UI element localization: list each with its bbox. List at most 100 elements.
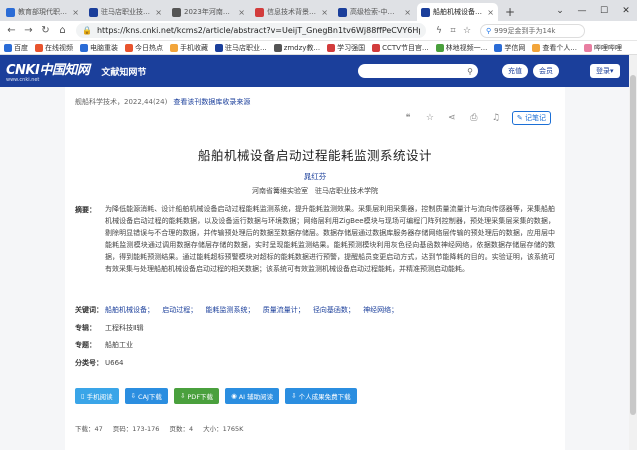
bell-icon[interactable]: ♫ bbox=[490, 112, 502, 124]
ai-reading-button[interactable]: ◉ AI 辅助阅读 bbox=[225, 388, 280, 404]
close-icon[interactable]: × bbox=[321, 8, 328, 17]
source-db-link[interactable]: 查看该刊数据库收录来源 bbox=[173, 97, 250, 107]
author-link[interactable]: 晁红芬 bbox=[65, 171, 565, 182]
translate-icon[interactable]: ⌗ bbox=[446, 24, 460, 38]
print-icon[interactable]: ⎙ bbox=[468, 112, 480, 124]
tab-strip: 教育部現代职业...× 驻马店职业技术学× 2023年河南省驰...× 信息技术… bbox=[0, 0, 637, 21]
close-icon[interactable]: × bbox=[155, 8, 162, 17]
address-bar[interactable]: 🔒 https://kns.cnki.net/kcms2/article/abs… bbox=[76, 23, 426, 38]
recharge-button[interactable]: 充值 bbox=[502, 64, 528, 78]
toolbar-icons: ϟ ⌗ ☆ bbox=[432, 24, 474, 38]
chevron-down-icon[interactable]: ⌄ bbox=[549, 0, 571, 21]
new-tab-button[interactable]: + bbox=[502, 3, 518, 21]
tab-4[interactable]: 高级检索-中国知网× bbox=[334, 3, 415, 21]
bookmark-item[interactable]: 学习强国 bbox=[327, 43, 365, 53]
reload-icon[interactable]: ↻ bbox=[38, 23, 53, 38]
tab-favicon-icon bbox=[172, 7, 181, 17]
page-content: 舰船科学技术，2022,44(24) 查看该刊数据库收录来源 ❝ ☆ ⋖ ⎙ ♫… bbox=[0, 87, 629, 450]
bookmark-item[interactable]: 林地视频一... bbox=[435, 43, 487, 53]
mobile-read-button[interactable]: ▯ 手机阅读 bbox=[75, 388, 119, 404]
member-button[interactable]: 会员 bbox=[533, 64, 559, 78]
personal-download-button[interactable]: ⇩ 个人成果免费下载 bbox=[285, 388, 357, 404]
take-note-button[interactable]: ✎ 记笔记 bbox=[511, 111, 551, 125]
topic-row: 专题： 船舶工业 bbox=[75, 341, 133, 349]
tab-favicon-icon bbox=[338, 7, 347, 17]
article-actions: ❝ ☆ ⋖ ⎙ ♫ ✎ 记笔记 bbox=[402, 111, 551, 125]
close-icon[interactable]: × bbox=[238, 8, 245, 17]
tab-2[interactable]: 2023年河南省驰...× bbox=[168, 3, 249, 21]
quote-icon[interactable]: ❝ bbox=[402, 112, 414, 124]
home-icon[interactable]: ⌂ bbox=[55, 23, 70, 38]
close-icon[interactable]: × bbox=[487, 8, 494, 17]
bookmark-icon bbox=[170, 43, 178, 52]
close-icon[interactable]: × bbox=[404, 8, 411, 17]
scrollbar-thumb[interactable] bbox=[630, 75, 636, 415]
tab-0[interactable]: 教育部現代职业... × bbox=[2, 3, 83, 21]
share-icon[interactable]: ⋖ bbox=[446, 112, 458, 124]
ai-icon: ◉ bbox=[231, 392, 237, 400]
bookmark-item[interactable]: 电脑重装 bbox=[80, 43, 118, 53]
bookmark-icon bbox=[532, 43, 541, 52]
phone-icon: ▯ bbox=[81, 392, 85, 400]
edit-icon: ✎ bbox=[516, 114, 523, 122]
login-button[interactable]: 登录 ▾ bbox=[590, 64, 620, 78]
bookmarks-bar: 百度 在线视频 电脑重装 今日热点 手机收藏 驻马店职业... zmdzy教..… bbox=[0, 41, 637, 55]
tab-favicon-icon bbox=[421, 7, 430, 17]
pdf-download-button[interactable]: ⇩ PDF下载 bbox=[173, 388, 220, 404]
keyword-link[interactable]: 质量流量计； bbox=[263, 306, 305, 314]
tab-3[interactable]: 信息技术背景下职 × bbox=[251, 3, 332, 21]
page-scrollbar[interactable] bbox=[629, 55, 637, 450]
bookmark-item[interactable]: zmdzy教... bbox=[273, 43, 320, 53]
bookmark-item[interactable]: 今日热点 bbox=[125, 43, 163, 53]
bookmark-icon bbox=[435, 43, 444, 52]
close-window-icon[interactable]: ✕ bbox=[615, 0, 637, 21]
keyword-link[interactable]: 启动过程； bbox=[162, 306, 197, 314]
tab-1[interactable]: 驻马店职业技术学 × bbox=[85, 3, 166, 21]
keyword-link[interactable]: 能耗监测系统； bbox=[205, 306, 254, 314]
cnki-logo[interactable]: CNKI中国知网 www.cnki.net bbox=[6, 59, 90, 83]
page-count: 页数：4 bbox=[169, 425, 194, 433]
caj-download-button[interactable]: ⇩ CAJ下载 bbox=[124, 388, 168, 404]
keyword-link[interactable]: 神经网络； bbox=[363, 306, 398, 314]
site-name: 文献知网节 bbox=[101, 67, 147, 78]
lightning-icon[interactable]: ϟ bbox=[432, 24, 446, 38]
maximize-icon[interactable]: ☐ bbox=[593, 0, 615, 21]
bookmark-icon bbox=[327, 43, 336, 52]
article-source: 舰船科学技术，2022,44(24) 查看该刊数据库收录来源 bbox=[75, 97, 250, 107]
bookmark-icon bbox=[372, 43, 381, 52]
bookmark-item[interactable]: 驻马店职业... bbox=[215, 43, 267, 53]
bookmark-icon bbox=[215, 43, 223, 52]
bookmark-item[interactable]: 哔哩哔哩 bbox=[584, 43, 622, 53]
header-search-input[interactable]: ⚲ bbox=[358, 64, 478, 78]
keywords-list: 船舶机械设备； 启动过程； 能耗监测系统； 质量流量计； 径向基函数； 神经网络… bbox=[105, 304, 404, 316]
tab-5-active[interactable]: 船舶机械设备启动 × bbox=[417, 3, 498, 21]
bookmark-item[interactable]: 学信网 bbox=[494, 43, 525, 53]
bookmark-icon bbox=[125, 43, 133, 52]
close-icon[interactable]: × bbox=[72, 8, 79, 17]
bookmark-item[interactable]: CCTV节目官... bbox=[372, 43, 429, 53]
tab-favicon-icon bbox=[6, 7, 15, 17]
search-input[interactable]: ⚲ 999足金到手为14k bbox=[480, 23, 585, 38]
source-journal[interactable]: 舰船科学技术，2022,44(24) bbox=[75, 97, 167, 107]
affiliation[interactable]: 河南省篝维实验室 驻马店职业技术学院 bbox=[65, 186, 565, 196]
back-icon[interactable]: ← bbox=[4, 23, 19, 38]
favorite-star-icon[interactable]: ☆ bbox=[424, 112, 436, 124]
bookmark-item[interactable]: 百度 bbox=[4, 43, 28, 53]
minimize-icon[interactable]: — bbox=[571, 0, 593, 21]
search-icon[interactable]: ⚲ bbox=[467, 67, 473, 76]
keywords-row: 关键词： 船舶机械设备； 启动过程； 能耗监测系统； 质量流量计； 径向基函数；… bbox=[75, 304, 404, 316]
address-url: https://kns.cnki.net/kcms2/article/abstr… bbox=[96, 26, 420, 35]
bookmark-icon bbox=[584, 43, 593, 52]
keyword-link[interactable]: 径向基函数； bbox=[313, 306, 355, 314]
star-icon[interactable]: ☆ bbox=[460, 24, 474, 38]
bookmark-item[interactable]: 查看个人... bbox=[532, 43, 577, 53]
keyword-link[interactable]: 船舶机械设备； bbox=[105, 306, 154, 314]
cnki-header: CNKI中国知网 www.cnki.net 文献知网节 ⚲ 充值 会员 登录 ▾ bbox=[0, 55, 629, 87]
download-icon: ⇩ bbox=[130, 392, 137, 400]
forward-icon[interactable]: → bbox=[21, 23, 36, 38]
bookmark-item[interactable]: 手机收藏 bbox=[170, 43, 208, 53]
bookmark-item[interactable]: 在线视频 bbox=[35, 43, 73, 53]
bookmark-icon bbox=[35, 43, 43, 52]
class-row: 分类号： U664 bbox=[75, 359, 124, 367]
bookmark-icon bbox=[494, 43, 503, 52]
